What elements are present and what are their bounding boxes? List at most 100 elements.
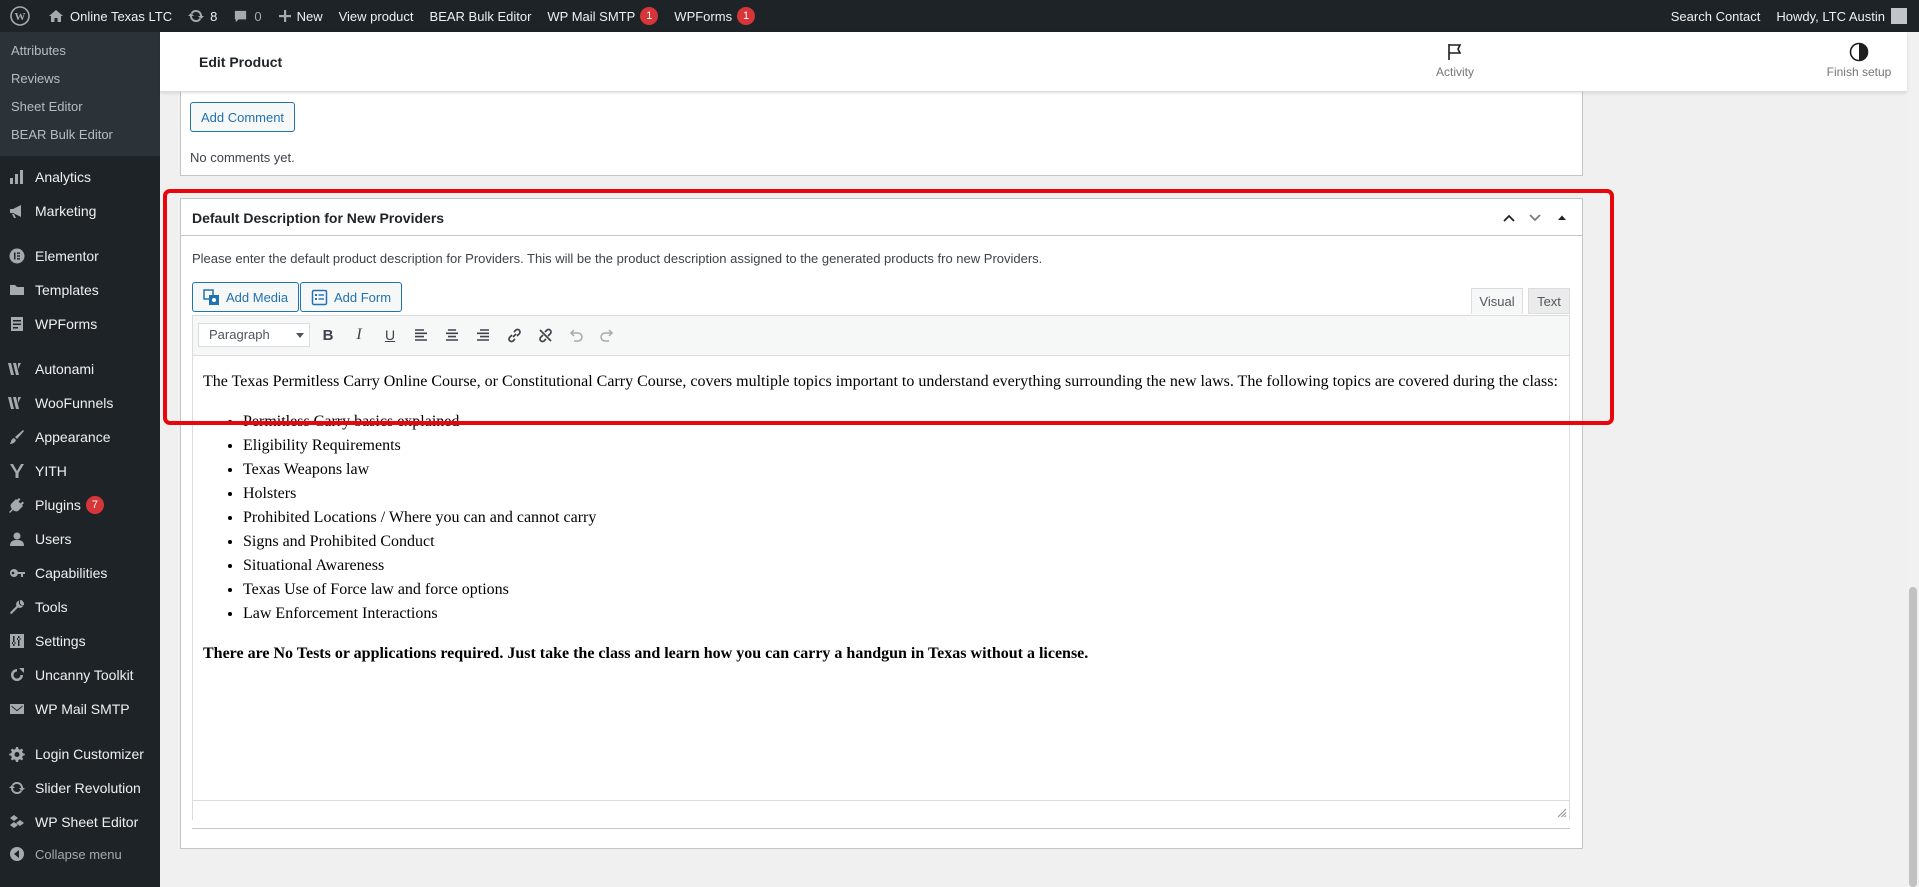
bear-bulk-editor-link[interactable]: BEAR Bulk Editor (422, 0, 540, 32)
autonami-icon (8, 360, 26, 378)
add-comment-button[interactable]: Add Comment (190, 102, 295, 132)
move-up-button[interactable] (1498, 207, 1520, 229)
notification-badge: 1 (640, 7, 659, 25)
wpforms-link[interactable]: WPForms 1 (666, 0, 763, 32)
submenu-item-reviews[interactable]: Reviews (0, 68, 160, 96)
redo-button[interactable] (597, 325, 617, 345)
wpforms-label: WPForms (674, 8, 733, 24)
sidebar-item-label: Marketing (35, 203, 97, 219)
sidebar-item-capabilities[interactable]: Capabilities (0, 556, 160, 590)
postbox-divider (192, 828, 1570, 829)
notification-badge: 1 (737, 7, 756, 25)
sidebar-item-users[interactable]: Users (0, 522, 160, 556)
new-content-link[interactable]: New (270, 0, 331, 32)
align-left-button[interactable] (411, 325, 431, 345)
refresh-icon (188, 8, 205, 24)
flag-icon (1423, 42, 1487, 62)
remove-link-button[interactable] (535, 325, 555, 345)
redo-icon (599, 327, 615, 343)
submenu-item-attributes[interactable]: Attributes (0, 40, 160, 68)
sidebar-item-label: Templates (35, 282, 99, 298)
italic-button[interactable]: I (349, 325, 369, 345)
media-icon (203, 288, 226, 306)
tab-text[interactable]: Text (1528, 288, 1570, 314)
search-contact-link[interactable]: Search Contact (1663, 0, 1769, 32)
plus-icon (278, 9, 292, 23)
collapse-arrow-icon (8, 845, 26, 863)
view-product-link[interactable]: View product (331, 0, 422, 32)
align-right-button[interactable] (473, 325, 493, 345)
align-left-icon (413, 327, 429, 343)
new-label: New (296, 8, 323, 24)
page-scrollbar[interactable] (1907, 32, 1919, 887)
sidebar-item-wp-sheet-editor[interactable]: WP Sheet Editor (0, 805, 160, 839)
triangle-up-icon (1556, 212, 1568, 224)
tab-visual[interactable]: Visual (1471, 288, 1523, 314)
form-icon (8, 315, 26, 333)
sidebar-item-label: Tools (35, 599, 68, 615)
sidebar-item-settings[interactable]: Settings (0, 624, 160, 658)
home-icon (48, 8, 64, 24)
move-down-button[interactable] (1524, 207, 1546, 229)
sidebar-item-uncanny-toolkit[interactable]: Uncanny Toolkit (0, 658, 160, 692)
updates-count: 8 (210, 8, 218, 24)
sidebar-item-marketing[interactable]: Marketing (0, 194, 160, 228)
sidebar-item-yith[interactable]: YITH (0, 454, 160, 488)
sidebar-item-woofunnels[interactable]: WooFunnels (0, 386, 160, 420)
toggle-panel-button[interactable] (1551, 207, 1573, 229)
sidebar-item-slider-revolution[interactable]: Slider Revolution (0, 771, 160, 805)
topics-list: Permitless Carry basics explained Eligib… (243, 410, 1559, 626)
unlink-icon (537, 327, 554, 344)
sidebar-item-elementor[interactable]: Elementor (0, 239, 160, 273)
add-media-button[interactable]: Add Media (192, 282, 300, 312)
comments-count: 0 (254, 8, 262, 24)
collapse-menu-button[interactable]: Collapse menu (0, 839, 160, 869)
elementor-icon (8, 247, 26, 265)
bold-icon: B (322, 326, 334, 344)
resize-handle-icon[interactable] (1557, 808, 1567, 818)
sidebar-item-plugins[interactable]: Plugins 7 (0, 488, 160, 522)
submenu-item-sheet-editor[interactable]: Sheet Editor (0, 96, 160, 124)
gear-icon (8, 745, 26, 763)
sidebar-item-templates[interactable]: Templates (0, 273, 160, 307)
wordpress-logo-icon[interactable]: W (0, 0, 40, 32)
align-center-button[interactable] (442, 325, 462, 345)
sidebar-item-analytics[interactable]: Analytics (0, 160, 160, 194)
underline-button[interactable]: U (380, 325, 400, 345)
site-name-link[interactable]: Online Texas LTC (40, 0, 180, 32)
woocommerce-header: Edit Product Activity Finish setup (160, 32, 1907, 92)
sidebar-item-appearance[interactable]: Appearance (0, 420, 160, 454)
editor-toolbar: Paragraph B I U (193, 316, 1569, 356)
submenu-item-bear-bulk-editor[interactable]: BEAR Bulk Editor (0, 124, 160, 152)
format-select[interactable]: Paragraph (198, 323, 310, 347)
sidebar-item-label: Capabilities (35, 565, 108, 581)
add-form-button[interactable]: Add Form (300, 282, 403, 312)
undo-button[interactable] (566, 325, 586, 345)
insert-link-button[interactable] (504, 325, 524, 345)
sidebar-item-login-customizer[interactable]: Login Customizer (0, 737, 160, 771)
editor-content-area[interactable]: The Texas Permitless Carry Online Course… (193, 356, 1569, 666)
activity-button[interactable]: Activity (1423, 42, 1487, 79)
list-item: Holsters (243, 482, 1559, 506)
my-account-link[interactable]: Howdy, LTC Austin (1768, 0, 1919, 32)
sidebar-item-autonami[interactable]: Autonami (0, 352, 160, 386)
sidebar-item-tools[interactable]: Tools (0, 590, 160, 624)
sidebar-item-wp-mail-smtp[interactable]: WP Mail SMTP (0, 692, 160, 726)
collapse-menu-label: Collapse menu (35, 846, 122, 862)
comments-link[interactable]: 0 (225, 0, 269, 32)
sidebar-item-label: Analytics (35, 169, 92, 185)
sidebar-item-label: Slider Revolution (35, 780, 141, 796)
description-help-text: Please enter the default product descrip… (192, 251, 1043, 266)
bold-button[interactable]: B (318, 325, 338, 345)
add-comment-label: Add Comment (200, 109, 285, 125)
sidebar-item-wpforms[interactable]: WPForms (0, 307, 160, 341)
list-item: Law Enforcement Interactions (243, 602, 1559, 626)
scrollbar-thumb[interactable] (1909, 587, 1917, 887)
finish-setup-button[interactable]: Finish setup (1819, 42, 1899, 79)
sidebar-item-label: Uncanny Toolkit (35, 667, 134, 683)
search-contact-label: Search Contact (1670, 8, 1761, 24)
default-description-postbox: Default Description for New Providers Pl… (180, 198, 1583, 849)
editor-statusbar (193, 800, 1569, 820)
updates-link[interactable]: 8 (180, 0, 225, 32)
wp-mail-smtp-link[interactable]: WP Mail SMTP 1 (539, 0, 666, 32)
